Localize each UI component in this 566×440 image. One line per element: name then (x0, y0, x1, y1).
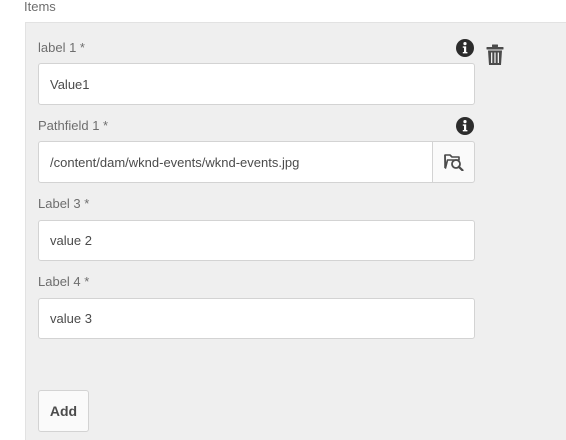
info-icon[interactable] (456, 39, 474, 57)
multifield-item-panel: label 1 * Pathfield 1 * Label 3 * Label … (25, 22, 566, 440)
field-1-label: label 1 * (38, 40, 85, 55)
browse-button[interactable] (432, 141, 475, 183)
add-button[interactable]: Add (38, 390, 89, 432)
field-2-label: Pathfield 1 * (38, 118, 109, 133)
field-4-label: Label 4 * (38, 274, 90, 289)
folder-search-icon (443, 154, 464, 171)
info-icon[interactable] (456, 117, 474, 135)
pathfield-input[interactable] (38, 141, 433, 183)
field-1-input[interactable] (38, 63, 475, 105)
section-title: Items (24, 0, 56, 14)
field-3-label: Label 3 * (38, 196, 90, 211)
field-3-input[interactable] (38, 220, 475, 261)
field-4-input[interactable] (38, 298, 475, 339)
trash-icon[interactable] (486, 44, 504, 66)
